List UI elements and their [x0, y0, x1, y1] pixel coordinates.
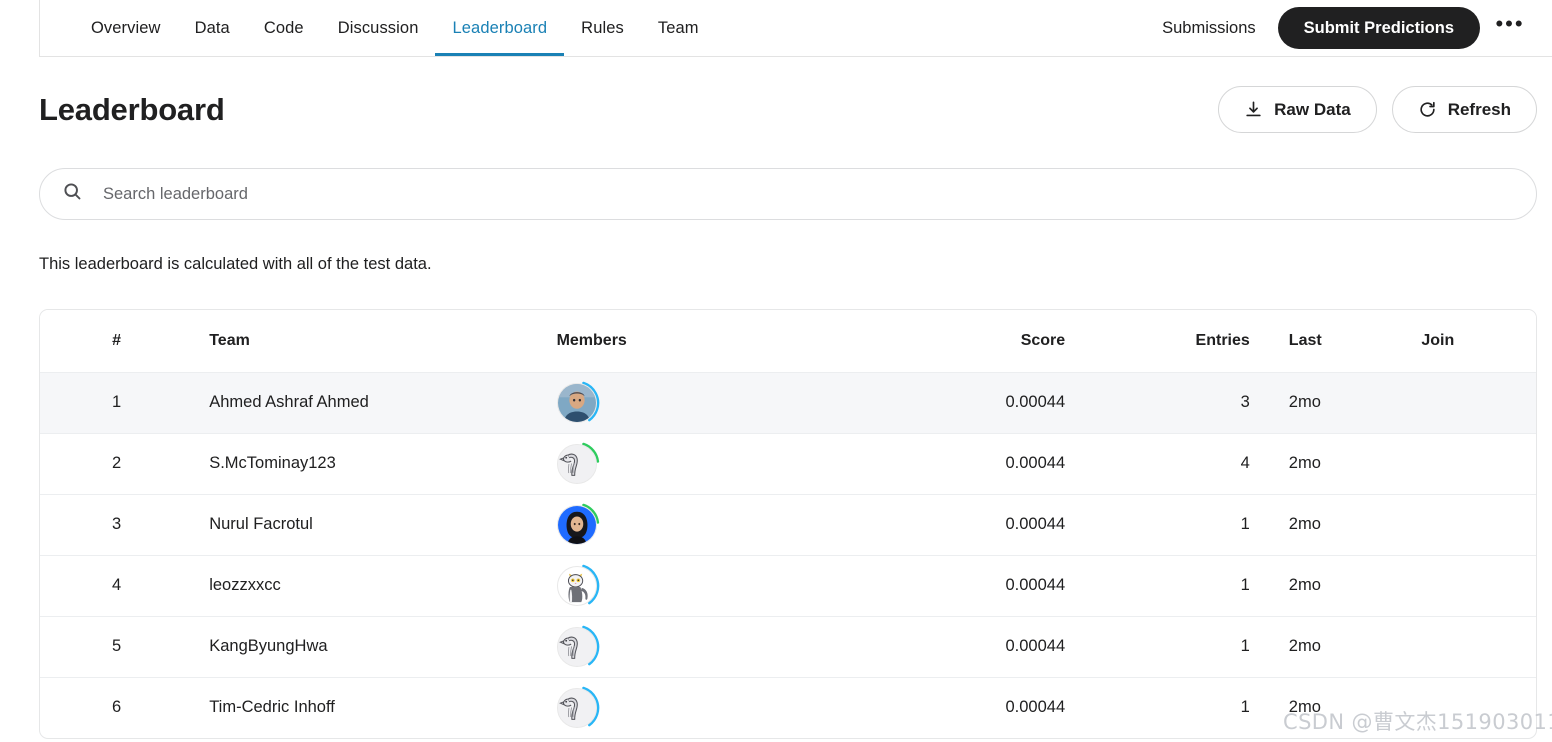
avatar-image	[556, 504, 597, 545]
table-header: # Team Members Score Entries Last Join	[40, 310, 1536, 372]
cell-entries: 1	[1101, 615, 1267, 677]
cell-score: 0.00044	[795, 432, 1102, 494]
cell-entries: 4	[1101, 432, 1267, 494]
cell-rank: 2	[40, 432, 194, 494]
avatar-image	[556, 443, 597, 484]
avatar[interactable]	[554, 502, 599, 547]
table-row[interactable]: 5 KangByungHwa 0.00044 1 2mo	[40, 615, 1536, 677]
refresh-icon	[1418, 100, 1437, 119]
leaderboard-page: Overview Data Code Discussion Leaderboard Rul…	[0, 0, 1552, 742]
table-row[interactable]: 1 Ahmed Ashraf Ahmed 0.00044 3 2mo	[40, 371, 1536, 433]
cell-members	[554, 371, 796, 433]
cell-team-name: Ahmed Ashraf Ahmed	[193, 371, 556, 433]
nav-tab-code[interactable]: Code	[247, 0, 321, 56]
cell-score: 0.00044	[795, 371, 1102, 433]
avatar[interactable]	[554, 624, 599, 669]
cell-last: 2mo	[1266, 493, 1402, 555]
cell-join	[1401, 432, 1536, 494]
avatar[interactable]	[554, 441, 599, 486]
avatar-image	[556, 626, 597, 667]
nav-tab-discussion[interactable]: Discussion	[321, 0, 436, 56]
nav-tab-data[interactable]: Data	[178, 0, 247, 56]
avatar[interactable]	[554, 563, 599, 608]
column-header-join[interactable]: Join	[1401, 310, 1536, 372]
cell-team-name: Nurul Facrotul	[193, 493, 556, 555]
table-row[interactable]: 3 Nurul Facrotul 0.00044 1 2mo	[40, 493, 1536, 555]
table-body: 1 Ahmed Ashraf Ahmed 0.00044 3 2mo 2 S.McTomin…	[40, 371, 1536, 738]
table-row[interactable]: 2 S.McTominay123 0.00044 4 2mo	[40, 432, 1536, 494]
column-header-rank[interactable]: #	[40, 310, 194, 372]
nav-tab-overview[interactable]: Overview	[74, 0, 178, 56]
cell-members	[554, 615, 796, 677]
cell-members	[554, 493, 796, 555]
cell-last: 2mo	[1266, 615, 1402, 677]
cell-last: 2mo	[1266, 371, 1402, 433]
cell-last: 2mo	[1266, 554, 1402, 616]
cell-entries: 1	[1101, 493, 1267, 555]
nav-actions: Submissions Submit Predictions •••	[1148, 7, 1552, 49]
cell-join	[1401, 371, 1536, 433]
search-bar[interactable]	[39, 168, 1537, 220]
cell-rank: 1	[40, 371, 194, 433]
avatar-image	[556, 565, 597, 606]
cell-join	[1401, 615, 1536, 677]
cell-entries: 1	[1101, 676, 1267, 738]
column-header-score[interactable]: Score	[795, 310, 1102, 372]
cell-join	[1401, 554, 1536, 616]
page-title: Leaderboard	[39, 91, 225, 127]
cell-score: 0.00044	[795, 676, 1102, 738]
avatar-image	[556, 382, 597, 423]
cell-team-name: S.McTominay123	[193, 432, 556, 494]
leaderboard-table-card: # Team Members Score Entries Last Join 1…	[39, 309, 1537, 739]
nav-tab-rules[interactable]: Rules	[564, 0, 641, 56]
cell-members	[554, 554, 796, 616]
cell-members	[554, 432, 796, 494]
avatar[interactable]	[554, 380, 599, 425]
nav-tabs: Overview Data Code Discussion Leaderboard Rul…	[74, 0, 716, 56]
search-icon	[62, 181, 83, 207]
cell-rank: 3	[40, 493, 194, 555]
refresh-button[interactable]: Refresh	[1391, 86, 1537, 133]
column-header-members[interactable]: Members	[555, 310, 796, 372]
leaderboard-table: # Team Members Score Entries Last Join 1…	[40, 310, 1536, 738]
cell-join	[1401, 493, 1536, 555]
column-header-last[interactable]: Last	[1266, 310, 1402, 372]
cell-rank: 5	[40, 615, 194, 677]
raw-data-label: Raw Data	[1274, 99, 1351, 119]
cell-entries: 3	[1101, 371, 1267, 433]
cell-score: 0.00044	[795, 554, 1102, 616]
cell-rank: 4	[40, 554, 194, 616]
csdn-watermark: CSDN @曹文杰1519030112	[1283, 710, 1552, 734]
search-input[interactable]	[101, 169, 1514, 219]
download-icon	[1244, 100, 1263, 119]
cell-rank: 6	[40, 676, 194, 738]
cell-team-name: KangByungHwa	[193, 615, 556, 677]
refresh-label: Refresh	[1447, 99, 1511, 119]
submit-predictions-button[interactable]: Submit Predictions	[1277, 7, 1480, 49]
table-header-row: # Team Members Score Entries Last Join	[40, 310, 1536, 372]
submissions-link[interactable]: Submissions	[1148, 19, 1270, 38]
column-header-entries[interactable]: Entries	[1101, 310, 1267, 372]
cell-score: 0.00044	[795, 493, 1102, 555]
cell-members	[554, 676, 796, 738]
cell-entries: 1	[1101, 554, 1267, 616]
nav-tab-team[interactable]: Team	[641, 0, 716, 56]
table-row[interactable]: 4 leozzxxcc 0.00044 1 2mo	[40, 554, 1536, 616]
nav-tab-leaderboard[interactable]: Leaderboard	[435, 0, 564, 56]
cell-team-name: leozzxxcc	[193, 554, 556, 616]
page-header: Leaderboard Raw Data Refresh	[39, 86, 1537, 133]
cell-team-name: Tim-Cedric Inhoff	[193, 676, 556, 738]
leaderboard-note: This leaderboard is calculated with all …	[39, 255, 432, 273]
cell-last: 2mo	[1266, 432, 1402, 494]
competition-nav-bar: Overview Data Code Discussion Leaderboard Rul…	[39, 0, 1552, 57]
page-header-actions: Raw Data Refresh	[1218, 86, 1537, 133]
raw-data-button[interactable]: Raw Data	[1218, 86, 1377, 133]
avatar-image	[556, 687, 597, 728]
avatar[interactable]	[554, 685, 599, 731]
column-header-team[interactable]: Team	[193, 310, 556, 372]
cell-score: 0.00044	[795, 615, 1102, 677]
more-options-icon[interactable]: •••	[1490, 8, 1530, 48]
